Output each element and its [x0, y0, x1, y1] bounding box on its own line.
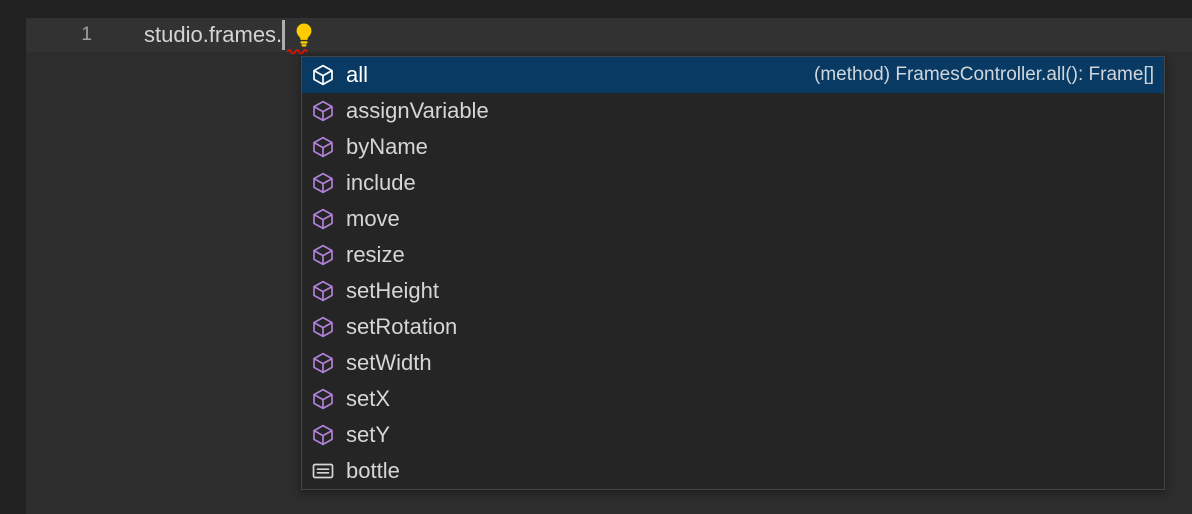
- method-cube-icon: [310, 314, 336, 340]
- suggestion-item[interactable]: setHeight: [302, 273, 1164, 309]
- suggestion-list[interactable]: all (method) FramesController.all(): Fram…: [302, 57, 1164, 489]
- suggestion-item[interactable]: setX: [302, 381, 1164, 417]
- suggestion-item[interactable]: bottle: [302, 453, 1164, 489]
- method-cube-icon: [310, 62, 336, 88]
- suggestion-item-detail: (method) FramesController.all(): Frame[]: [814, 64, 1154, 85]
- method-cube-icon: [310, 98, 336, 124]
- method-cube-icon: [310, 242, 336, 268]
- suggestion-item[interactable]: assignVariable: [302, 93, 1164, 129]
- suggestion-item[interactable]: resize: [302, 237, 1164, 273]
- error-squiggle: [287, 48, 309, 54]
- suggestion-item[interactable]: setRotation: [302, 309, 1164, 345]
- suggestion-item-label: setX: [346, 386, 391, 411]
- suggestion-item-label: setWidth: [346, 350, 432, 375]
- suggestion-item-label: move: [346, 206, 400, 231]
- suggestion-item-label: resize: [346, 242, 405, 267]
- method-cube-icon: [310, 206, 336, 232]
- line-content[interactable]: studio.frames.: [144, 18, 315, 54]
- suggestion-item-label: setY: [346, 422, 391, 447]
- text-lines-icon: [310, 458, 336, 484]
- suggestion-item[interactable]: setY: [302, 417, 1164, 453]
- suggestion-item-label: setRotation: [346, 314, 458, 339]
- suggestion-item[interactable]: include: [302, 165, 1164, 201]
- suggestion-item-label: assignVariable: [346, 98, 489, 123]
- line-number: 1: [81, 24, 92, 45]
- suggestion-item-label: byName: [346, 134, 428, 159]
- suggestion-item[interactable]: setWidth: [302, 345, 1164, 381]
- suggestion-item-label: bottle: [346, 458, 400, 483]
- code-editor: 1 studio.frames. all (method) FramesCont…: [0, 0, 1192, 514]
- suggestion-item-label: all: [346, 62, 369, 87]
- code-text: studio.frames.: [144, 22, 283, 47]
- lightbulb-icon[interactable]: [293, 22, 315, 48]
- suggestion-popup[interactable]: all (method) FramesController.all(): Fram…: [301, 56, 1165, 490]
- editor-current-line[interactable]: 1 studio.frames.: [26, 18, 1192, 54]
- text-cursor: [282, 20, 286, 50]
- editor-left-margin: [0, 0, 26, 514]
- suggestion-item[interactable]: move: [302, 201, 1164, 237]
- method-cube-icon: [310, 134, 336, 160]
- method-cube-icon: [310, 350, 336, 376]
- suggestion-item-label: include: [346, 170, 416, 195]
- method-cube-icon: [310, 422, 336, 448]
- suggestion-item[interactable]: byName: [302, 129, 1164, 165]
- suggestion-item-label: setHeight: [346, 278, 439, 303]
- editor-top-margin: [0, 0, 1192, 18]
- suggestion-item[interactable]: all (method) FramesController.all(): Fram…: [302, 57, 1164, 93]
- method-cube-icon: [310, 278, 336, 304]
- method-cube-icon: [310, 386, 336, 412]
- method-cube-icon: [310, 170, 336, 196]
